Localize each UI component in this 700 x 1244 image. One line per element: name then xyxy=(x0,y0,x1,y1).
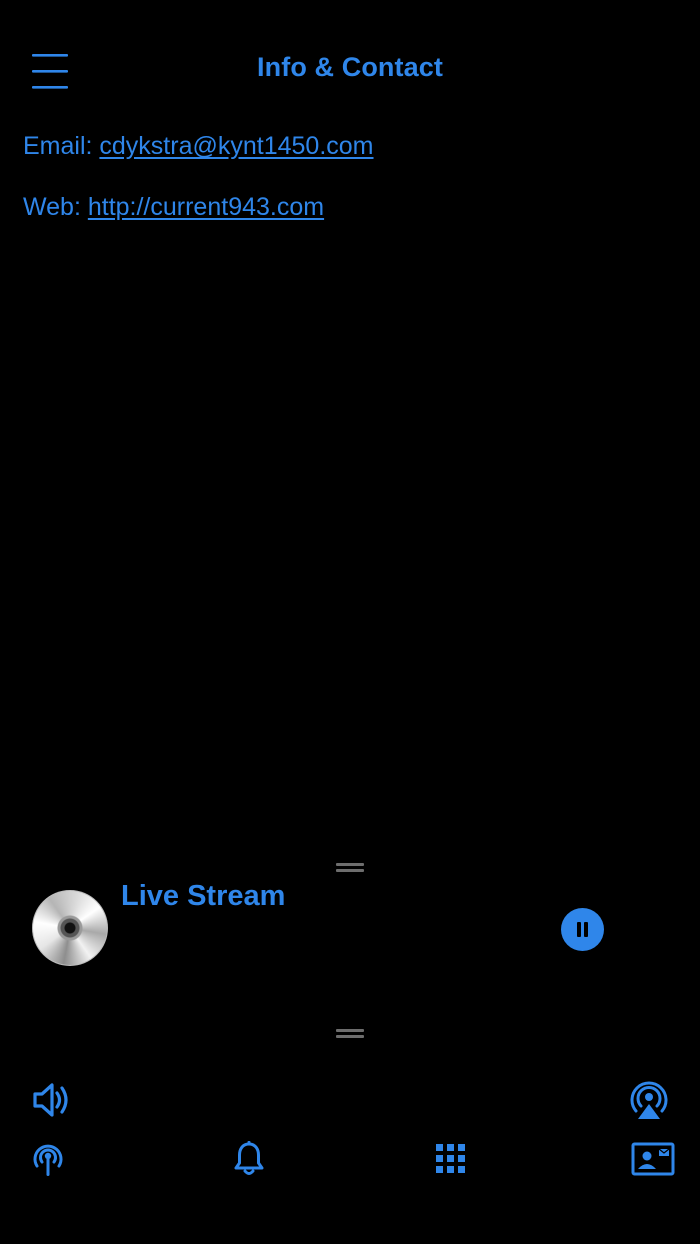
cd-disc-icon xyxy=(32,890,108,966)
page-title: Info & Contact xyxy=(257,52,443,82)
broadcast-antenna-icon xyxy=(33,1144,63,1176)
speaker-volume-icon xyxy=(33,1083,68,1117)
pause-button[interactable] xyxy=(561,908,604,951)
email-link[interactable]: cdykstra@kynt1450.com xyxy=(99,132,373,160)
volume-button[interactable] xyxy=(31,1080,73,1120)
grid-icon xyxy=(436,1144,465,1173)
email-line: Email: cdykstra@kynt1450.com xyxy=(23,132,374,161)
tab-radio[interactable] xyxy=(29,1140,67,1178)
tab-grid[interactable] xyxy=(436,1144,466,1174)
web-link[interactable]: http://current943.com xyxy=(88,193,324,221)
player-drag-handle[interactable] xyxy=(336,863,364,873)
player-collapse-handle[interactable] xyxy=(336,1029,364,1039)
stream-title: Live Stream xyxy=(121,880,286,912)
airplay-icon xyxy=(630,1081,668,1119)
airplay-button[interactable] xyxy=(626,1078,672,1122)
tab-notifications[interactable] xyxy=(232,1140,266,1178)
web-line: Web: http://current943.com xyxy=(23,193,324,222)
web-label: Web: xyxy=(23,193,88,221)
tab-contact[interactable] xyxy=(631,1142,675,1176)
contact-card-icon xyxy=(631,1142,675,1176)
bell-icon xyxy=(234,1141,264,1175)
email-label: Email: xyxy=(23,132,100,160)
